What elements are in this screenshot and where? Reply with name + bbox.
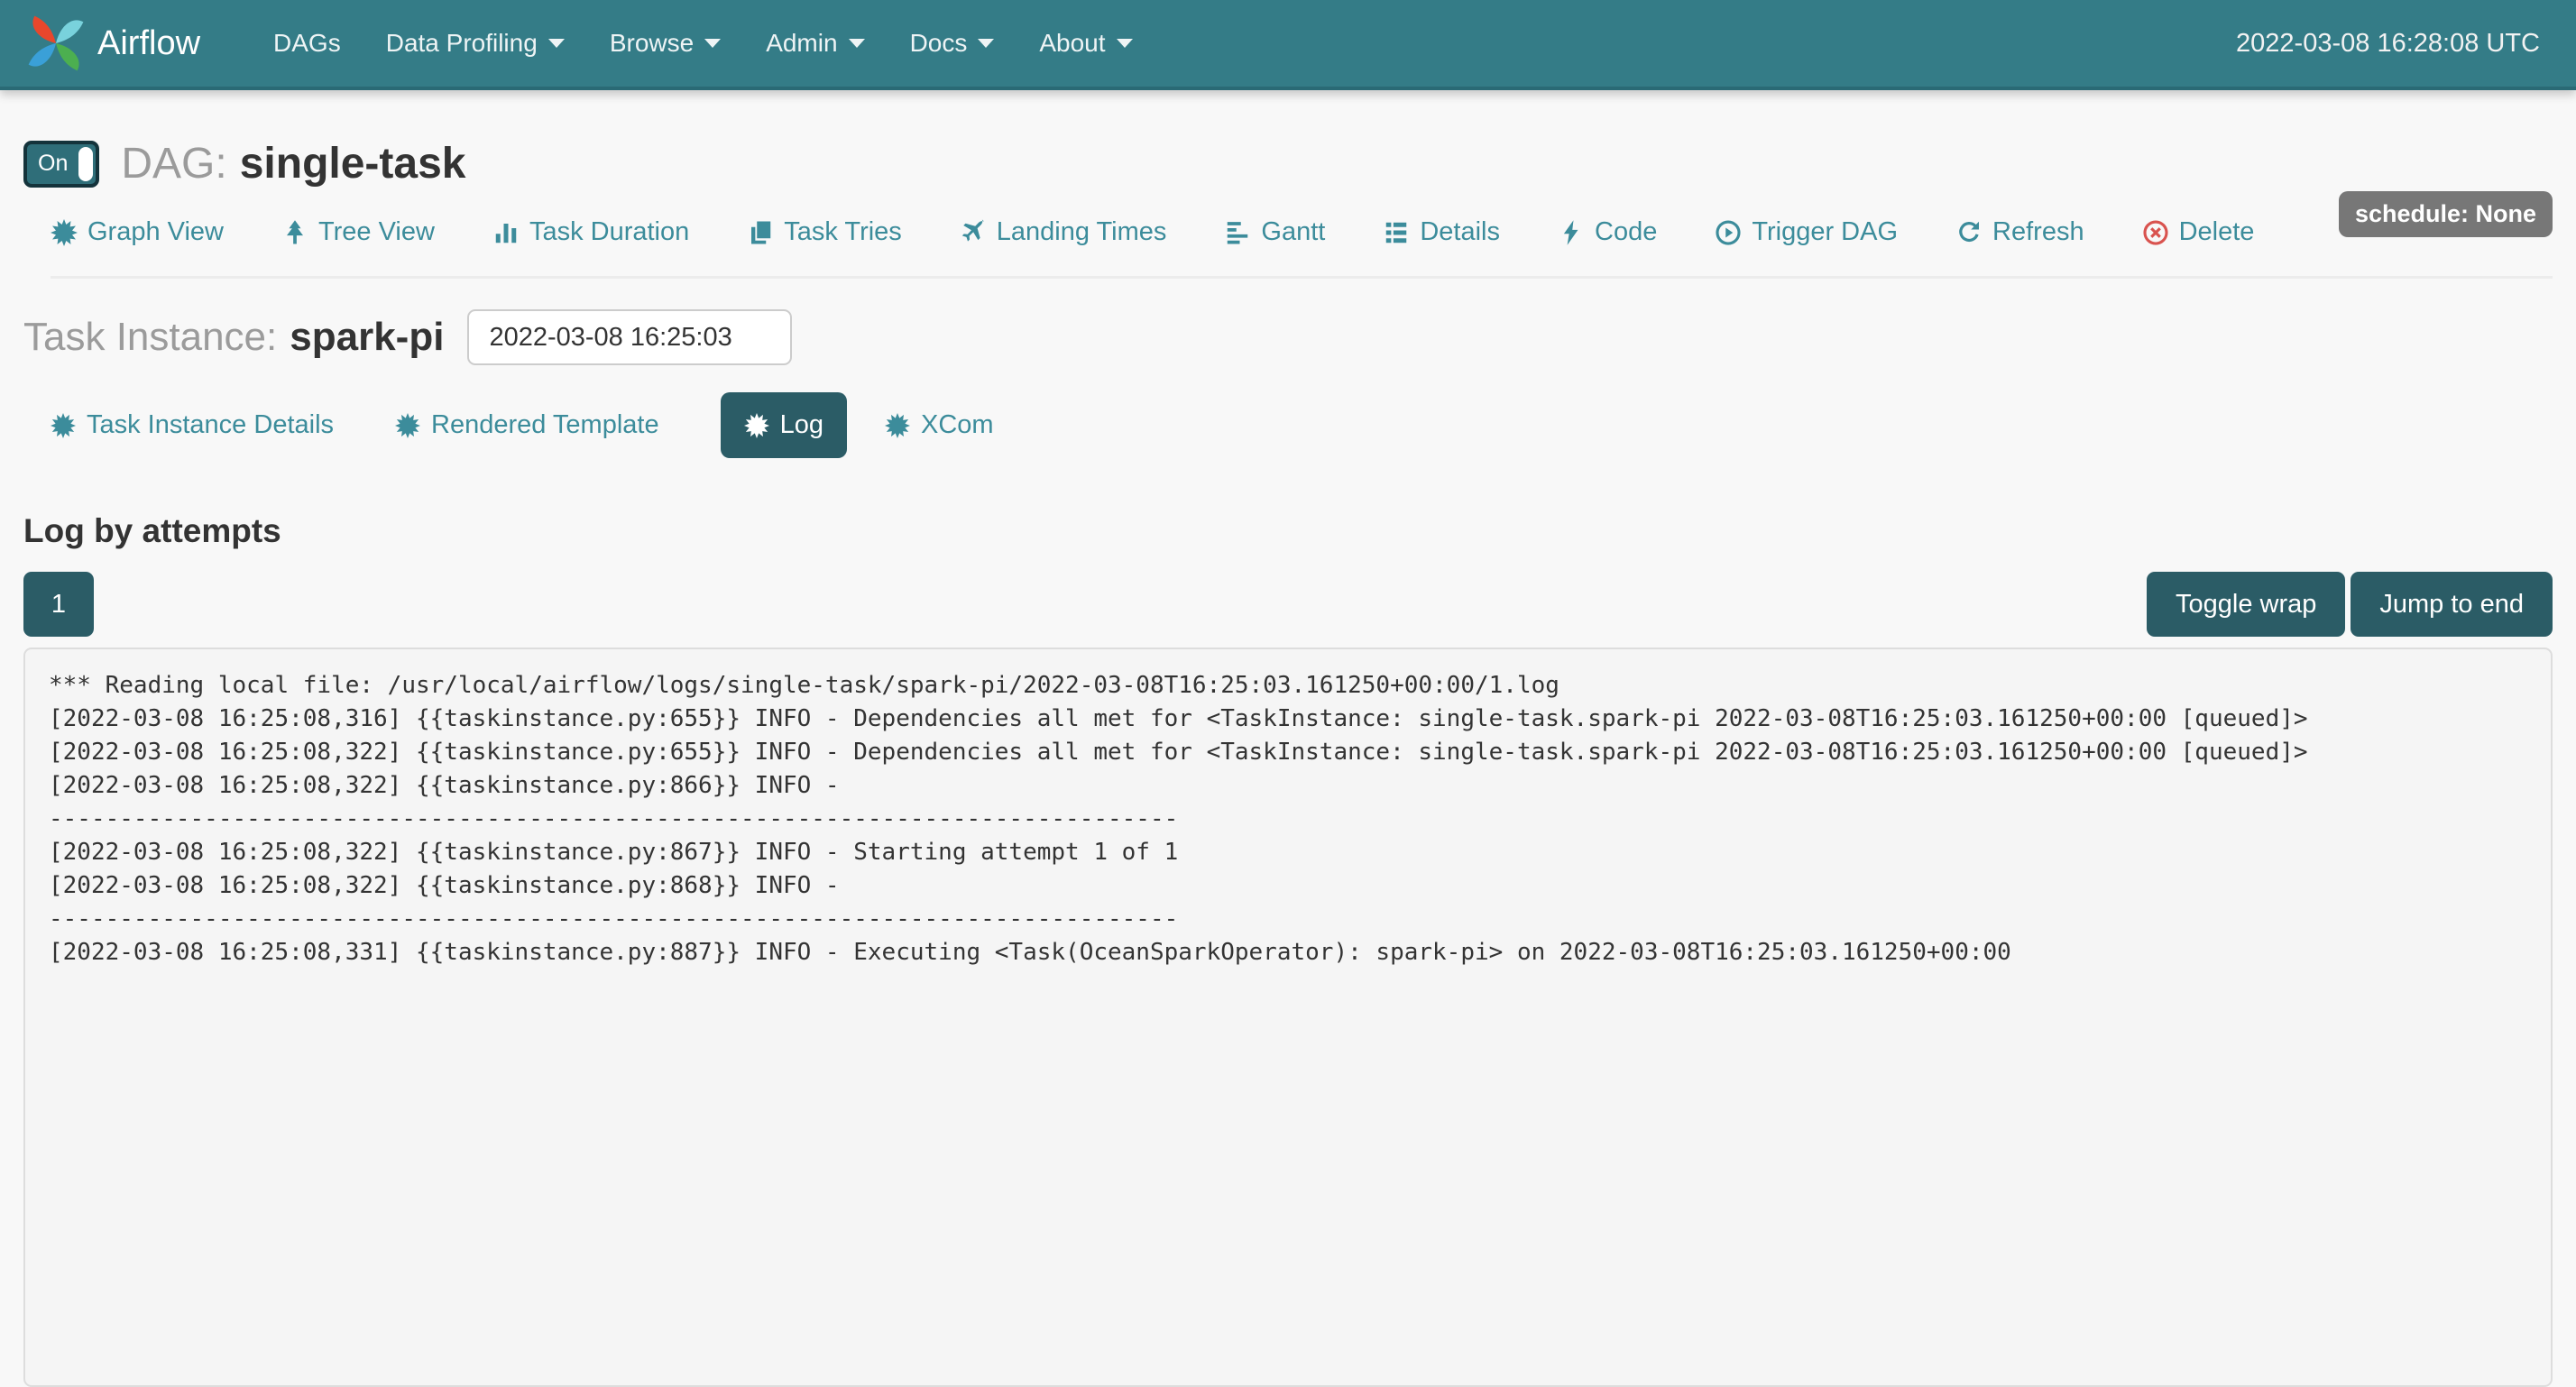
nav-item-data-profiling[interactable]: Data Profiling: [363, 0, 587, 88]
dag-pause-toggle[interactable]: On: [23, 141, 99, 188]
nav-item-docs[interactable]: Docs: [888, 0, 1017, 88]
page-content: schedule: None On DAG: single-task Graph…: [0, 139, 2576, 1387]
tab-task-tries[interactable]: Task Tries: [747, 217, 902, 247]
task-instance-prefix: Task Instance:: [23, 315, 277, 360]
duplicate-icon: [747, 219, 774, 246]
times-circle-icon: [2142, 219, 2169, 246]
refresh-icon: [1955, 219, 1983, 246]
tab-delete[interactable]: Delete: [2142, 217, 2255, 247]
top-navbar: Airflow DAGs Data Profiling Browse Admin…: [0, 0, 2576, 90]
list-icon: [1383, 219, 1410, 246]
tab-label: Trigger DAG: [1752, 217, 1898, 247]
tab-label: Rendered Template: [431, 410, 659, 440]
nav-label: Docs: [910, 29, 968, 58]
tab-gantt[interactable]: Gantt: [1224, 217, 1325, 247]
utc-clock: 2022-03-08 16:28:08 UTC: [2236, 29, 2540, 59]
log-by-attempts-heading: Log by attempts: [23, 512, 2553, 550]
log-toolbar: 1 Toggle wrap Jump to end: [23, 572, 2553, 637]
tree-icon: [281, 219, 308, 246]
tab-label: Task Instance Details: [87, 410, 334, 440]
main-menu: DAGs Data Profiling Browse Admin Docs Ab…: [251, 0, 1155, 88]
tab-label: Delete: [2179, 217, 2255, 247]
certificate-icon: [885, 413, 910, 438]
dag-title-prefix: DAG:: [121, 139, 226, 188]
tab-label: Gantt: [1261, 217, 1325, 247]
dag-header: On DAG: single-task: [23, 139, 2553, 188]
dag-view-tabs: Graph View Tree View Task Duration Task …: [23, 217, 2553, 247]
tab-label: Log: [780, 410, 823, 440]
tab-refresh[interactable]: Refresh: [1955, 217, 2084, 247]
tab-task-instance-details[interactable]: Task Instance Details: [51, 410, 334, 440]
tab-landing-times[interactable]: Landing Times: [960, 217, 1167, 247]
tab-label: Details: [1420, 217, 1500, 247]
tab-label: Code: [1595, 217, 1657, 247]
task-instance-tabs: Task Instance Details Rendered Template …: [23, 392, 2553, 458]
certificate-icon: [744, 413, 769, 438]
tab-label: XCom: [921, 410, 994, 440]
tab-label: Task Duration: [529, 217, 689, 247]
tab-log[interactable]: Log: [721, 392, 847, 458]
bar-chart-icon: [492, 219, 520, 246]
caret-down-icon: [704, 39, 721, 48]
bolt-icon: [1558, 219, 1585, 246]
section-divider: [51, 276, 2553, 279]
play-circle-icon: [1715, 219, 1742, 246]
schedule-badge: schedule: None: [2339, 191, 2553, 237]
nav-label: Browse: [610, 29, 694, 58]
caret-down-icon: [849, 39, 865, 48]
attempt-1-tab[interactable]: 1: [23, 572, 94, 637]
tab-code[interactable]: Code: [1558, 217, 1657, 247]
certificate-icon: [395, 413, 420, 438]
tab-label: Graph View: [87, 217, 224, 247]
tab-graph-view[interactable]: Graph View: [51, 217, 224, 247]
nav-label: Data Profiling: [386, 29, 538, 58]
align-left-icon: [1224, 219, 1251, 246]
certificate-icon: [51, 219, 78, 246]
tab-xcom[interactable]: XCom: [885, 410, 994, 440]
airflow-logo[interactable]: Airflow: [23, 11, 200, 76]
toggle-knob-icon: [78, 147, 93, 181]
nav-label: DAGs: [273, 29, 341, 58]
task-instance-header: Task Instance: spark-pi: [23, 309, 2553, 365]
caret-down-icon: [1117, 39, 1133, 48]
toggle-wrap-button[interactable]: Toggle wrap: [2147, 572, 2345, 637]
jump-to-end-button[interactable]: Jump to end: [2351, 572, 2553, 637]
nav-item-dags[interactable]: DAGs: [251, 0, 363, 88]
airflow-pinwheel-icon: [23, 11, 88, 76]
caret-down-icon: [978, 39, 994, 48]
tab-label: Landing Times: [997, 217, 1167, 247]
caret-down-icon: [548, 39, 565, 48]
log-output: *** Reading local file: /usr/local/airfl…: [23, 648, 2553, 1387]
toggle-on-label: On: [27, 144, 78, 184]
tab-label: Tree View: [318, 217, 435, 247]
nav-item-browse[interactable]: Browse: [587, 0, 743, 88]
execution-date-input[interactable]: [467, 309, 792, 365]
dag-title-name: single-task: [240, 139, 466, 188]
nav-label: About: [1039, 29, 1105, 58]
tab-rendered-template[interactable]: Rendered Template: [395, 410, 659, 440]
nav-item-about[interactable]: About: [1017, 0, 1155, 88]
nav-item-admin[interactable]: Admin: [743, 0, 887, 88]
brand-label: Airflow: [97, 24, 200, 63]
plane-icon: [960, 219, 987, 246]
tab-label: Refresh: [1992, 217, 2084, 247]
tab-details[interactable]: Details: [1383, 217, 1500, 247]
tab-tree-view[interactable]: Tree View: [281, 217, 435, 247]
tab-label: Task Tries: [784, 217, 902, 247]
tab-task-duration[interactable]: Task Duration: [492, 217, 689, 247]
nav-label: Admin: [766, 29, 837, 58]
certificate-icon: [51, 413, 76, 438]
tab-trigger-dag[interactable]: Trigger DAG: [1715, 217, 1898, 247]
task-instance-name: spark-pi: [290, 315, 444, 360]
